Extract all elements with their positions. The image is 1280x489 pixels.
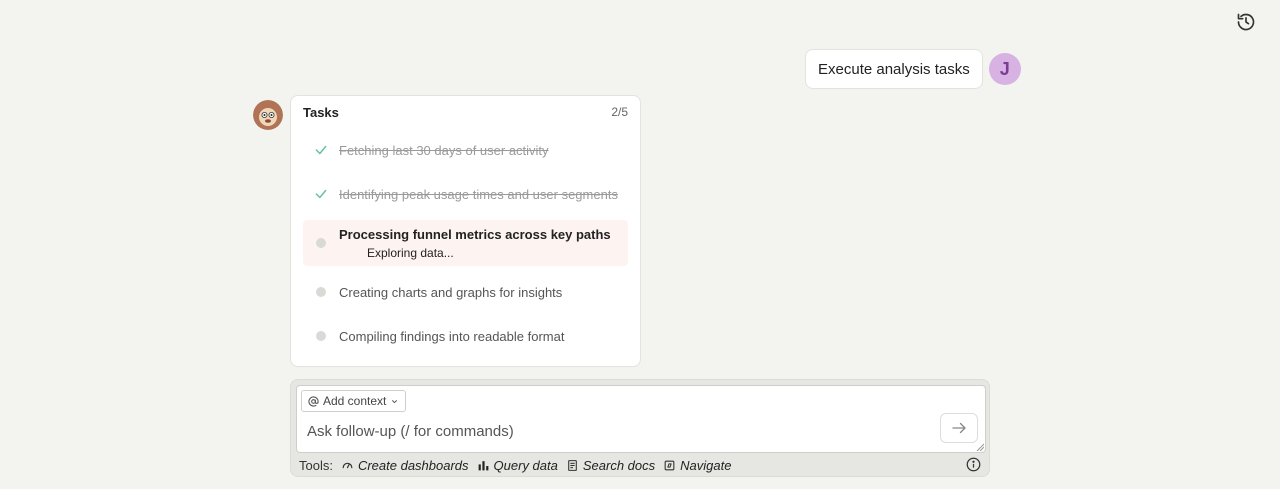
assistant-avatar bbox=[253, 100, 283, 130]
arrow-right-icon bbox=[952, 422, 966, 434]
tasks-header: Tasks 2/5 bbox=[303, 96, 628, 128]
info-icon bbox=[966, 457, 981, 472]
tool-search-docs[interactable]: Search docs bbox=[566, 458, 655, 473]
task-status-text: Exploring data... bbox=[367, 245, 454, 260]
tool-navigate[interactable]: Navigate bbox=[663, 458, 731, 473]
document-icon bbox=[568, 459, 577, 471]
check-icon bbox=[315, 189, 327, 199]
chevron-down-icon bbox=[392, 399, 398, 403]
tasks-title: Tasks bbox=[303, 104, 339, 120]
add-context-button[interactable]: Add context bbox=[301, 390, 407, 412]
tool-label: Create dashboards bbox=[357, 457, 469, 473]
user-avatar: J bbox=[988, 53, 1021, 85]
send-button[interactable] bbox=[940, 413, 978, 443]
task-label: Identifying peak usage times and user se… bbox=[339, 186, 618, 202]
task-label: Creating charts and graphs for insights bbox=[339, 284, 563, 300]
task-item: Compiling findings into readable format bbox=[303, 314, 628, 358]
task-item: Fetching last 30 days of user activity bbox=[303, 128, 628, 172]
pending-dot-icon bbox=[316, 287, 326, 297]
task-item: Creating charts and graphs for insights bbox=[303, 270, 628, 314]
user-message-row: Execute analysis tasks J bbox=[805, 49, 1021, 89]
tool-query-data[interactable]: Query data bbox=[477, 458, 558, 473]
tools-label: Tools: bbox=[299, 457, 333, 473]
check-icon bbox=[315, 145, 327, 155]
task-item-active: Processing funnel metrics across key pat… bbox=[303, 220, 628, 266]
tools-row: Tools: Create dashboards Query data Sear… bbox=[299, 456, 734, 474]
resize-handle-icon[interactable] bbox=[976, 443, 984, 451]
pending-dot-icon bbox=[316, 238, 326, 248]
user-message: Execute analysis tasks bbox=[805, 49, 983, 89]
tool-create-dashboards[interactable]: Create dashboards bbox=[341, 458, 469, 473]
task-label: Processing funnel metrics across key pat… bbox=[339, 226, 611, 242]
task-item: Identifying peak usage times and user se… bbox=[303, 172, 628, 216]
tool-label: Query data bbox=[493, 457, 558, 473]
tasks-count: 2/5 bbox=[611, 105, 628, 119]
composer-box: Add context bbox=[296, 385, 986, 453]
dashboard-icon bbox=[342, 462, 353, 468]
history-button[interactable] bbox=[1235, 11, 1257, 33]
add-context-label: Add context bbox=[323, 394, 387, 408]
task-label: Compiling findings into readable format bbox=[339, 328, 565, 344]
tool-label: Search docs bbox=[582, 457, 656, 473]
tool-label: Navigate bbox=[680, 457, 732, 473]
task-label: Fetching last 30 days of user activity bbox=[339, 142, 549, 158]
info-button[interactable] bbox=[966, 457, 982, 473]
follow-up-input[interactable] bbox=[307, 423, 927, 440]
at-icon bbox=[308, 395, 319, 407]
pending-dot-icon bbox=[316, 331, 326, 341]
bar-chart-icon bbox=[478, 460, 488, 470]
tasks-panel: Tasks 2/5 Fetching last 30 days of user … bbox=[290, 95, 641, 367]
composer: Add context Tools: Create dashboards Que… bbox=[290, 379, 990, 477]
compass-icon bbox=[664, 460, 675, 470]
history-icon bbox=[1237, 13, 1255, 31]
